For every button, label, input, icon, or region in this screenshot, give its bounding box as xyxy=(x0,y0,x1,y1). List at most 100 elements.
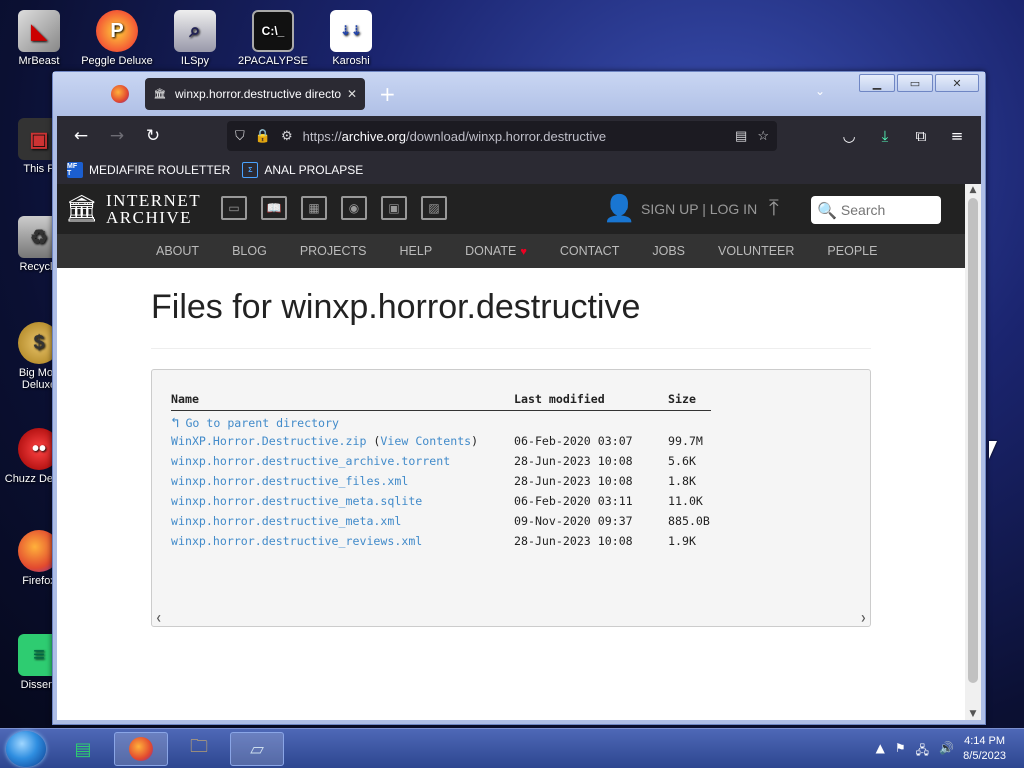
software-icon[interactable]: ▣ xyxy=(381,196,407,220)
desktop-icon-mrbeast[interactable]: ◣ MrBeast xyxy=(2,10,76,67)
nav-contact[interactable]: CONTACT xyxy=(560,244,620,258)
network-icon[interactable]: 🖧 xyxy=(916,741,929,762)
scrollbar-thumb[interactable] xyxy=(968,198,978,683)
video-icon[interactable]: ▦ xyxy=(301,196,327,220)
ia-search-box[interactable]: 🔍 xyxy=(811,196,941,224)
nav-jobs[interactable]: JOBS xyxy=(652,244,685,258)
mediafire-icon: MF T xyxy=(67,162,83,178)
ia-logo[interactable]: 🏛 INTERNET ARCHIVE xyxy=(65,192,201,226)
desktop-icon-ilspy[interactable]: ⌕ ILSpy xyxy=(158,10,232,67)
browser-window: ▁ ▭ ✕ 🏛 winxp.horror.destructive directo… xyxy=(52,71,986,725)
file-modified: 06-Feb-2020 03:07 xyxy=(514,433,633,448)
file-link[interactable]: winxp.horror.destructive_archive.torrent xyxy=(171,454,450,468)
file-table: Name Last modified Size ↰ Go to parent di… xyxy=(171,388,711,551)
tab-active[interactable]: 🏛 winxp.horror.destructive directory ✕ xyxy=(145,78,365,110)
flag-icon[interactable]: ⚑ xyxy=(895,741,906,762)
nav-help[interactable]: HELP xyxy=(400,244,433,258)
column-header-size[interactable]: Size xyxy=(668,388,711,411)
scroll-left-icon[interactable]: ❮ xyxy=(156,614,161,624)
bookmark-mediafire-rouletter[interactable]: MF T MEDIAFIRE ROULETTER xyxy=(67,162,230,178)
desktop-icon-2pacalypse[interactable]: C:\_ 2PACALYPSE xyxy=(236,10,310,67)
reader-view-icon[interactable]: ▤ xyxy=(735,128,747,144)
column-header-name[interactable]: Name xyxy=(171,388,514,411)
lock-icon[interactable]: 🔒 xyxy=(255,128,271,144)
desktop-icon-label: ILSpy xyxy=(180,55,210,67)
karoshi-icon: ⇣⇣ xyxy=(330,10,372,52)
desktop-icon-peggle[interactable]: P Peggle Deluxe xyxy=(80,10,154,67)
close-tab-icon[interactable]: ✕ xyxy=(347,87,357,101)
volume-icon[interactable]: 🔊 xyxy=(939,741,954,762)
taskbar-firefox[interactable] xyxy=(114,732,168,766)
heart-icon: ♥ xyxy=(520,246,527,258)
window-controls: ▁ ▭ ✕ xyxy=(859,74,979,92)
upload-icon[interactable]: ⤒ xyxy=(769,196,779,221)
vertical-scrollbar[interactable]: ▲ ▼ xyxy=(965,184,981,720)
clock[interactable]: 4:14 PM 8/5/2023 xyxy=(963,734,1006,764)
file-link[interactable]: winxp.horror.destructive_meta.xml xyxy=(171,514,401,528)
taskbar-dissent[interactable]: ▤ xyxy=(56,732,110,766)
back-button[interactable]: ← xyxy=(63,120,99,152)
file-link[interactable]: winxp.horror.destructive_meta.sqlite xyxy=(171,494,422,508)
extensions-icon[interactable]: ⧉ xyxy=(903,121,939,151)
taskbar-app-window[interactable]: ▱ xyxy=(230,732,284,766)
file-size: 5.6K xyxy=(668,453,696,468)
nav-blog[interactable]: BLOG xyxy=(232,244,267,258)
minimize-button[interactable]: ▁ xyxy=(859,74,895,92)
forward-button[interactable]: → xyxy=(99,120,135,152)
table-row: winxp.horror.destructive_meta.sqlite 06-… xyxy=(171,491,711,511)
web-icon[interactable]: ▭ xyxy=(221,196,247,220)
menu-icon[interactable]: ≡ xyxy=(939,121,975,151)
audio-icon[interactable]: ◉ xyxy=(341,196,367,220)
desktop-icon-karoshi[interactable]: ⇣⇣ Karoshi xyxy=(314,10,388,67)
nav-about[interactable]: ABOUT xyxy=(156,244,199,258)
search-input[interactable] xyxy=(840,202,937,218)
ia-logo-text: INTERNET ARCHIVE xyxy=(106,191,202,227)
page-title: Files for winxp.horror.destructive xyxy=(151,288,641,326)
permissions-icon[interactable]: ⚙ xyxy=(281,128,293,144)
bookmark-star-icon[interactable]: ☆ xyxy=(757,128,769,144)
parent-directory-link[interactable]: Go to parent directory xyxy=(185,416,339,430)
nav-donate[interactable]: DONATE ♥ xyxy=(465,244,527,258)
nav-people[interactable]: PEOPLE xyxy=(827,244,877,258)
horizontal-scrollbar[interactable]: ❮ ❯ xyxy=(152,612,870,626)
start-button[interactable] xyxy=(6,731,46,767)
file-link[interactable]: WinXP.Horror.Destructive.zip xyxy=(171,434,366,448)
scroll-down-icon[interactable]: ▼ xyxy=(965,709,981,719)
close-window-button[interactable]: ✕ xyxy=(935,74,979,92)
column-header-modified[interactable]: Last modified xyxy=(514,388,668,411)
url-bar[interactable]: ⛉ 🔒 ⚙ https://archive.org/download/winxp… xyxy=(227,121,777,151)
chevron-down-icon[interactable]: ⌄ xyxy=(815,84,825,98)
file-size: 1.8K xyxy=(668,473,696,488)
url-text[interactable]: https://archive.org/download/winxp.horro… xyxy=(303,129,735,144)
scroll-up-icon[interactable]: ▲ xyxy=(965,185,981,195)
view-contents-link[interactable]: View Contents xyxy=(380,434,471,448)
nav-projects[interactable]: PROJECTS xyxy=(300,244,367,258)
maximize-button[interactable]: ▭ xyxy=(897,74,933,92)
firefox-icon xyxy=(129,737,153,761)
nav-volunteer[interactable]: VOLUNTEER xyxy=(718,244,794,258)
file-link[interactable]: winxp.horror.destructive_reviews.xml xyxy=(171,534,422,548)
file-link[interactable]: winxp.horror.destructive_files.xml xyxy=(171,474,408,488)
shield-icon[interactable]: ⛉ xyxy=(235,128,245,144)
user-avatar-icon[interactable]: 👤 xyxy=(603,194,635,224)
navigation-toolbar: ← → ↻ ⛉ 🔒 ⚙ https://archive.org/download… xyxy=(57,116,981,156)
firefox-view-icon[interactable] xyxy=(111,85,129,103)
scroll-right-icon[interactable]: ❯ xyxy=(861,614,866,624)
tab-strip: ▁ ▭ ✕ 🏛 winxp.horror.destructive directo… xyxy=(53,72,985,116)
clock-date: 8/5/2023 xyxy=(963,750,1006,762)
table-row: winxp.horror.destructive_files.xml 28-Ju… xyxy=(171,471,711,491)
images-icon[interactable]: ▨ xyxy=(421,196,447,220)
table-header-row: Name Last modified Size xyxy=(171,388,711,411)
texts-icon[interactable]: 📖 xyxy=(261,196,287,220)
download-icon[interactable]: ⤓ xyxy=(867,121,903,151)
taskbar-file-explorer[interactable]: 🗀 xyxy=(172,732,226,766)
signup-login-link[interactable]: SIGN UP | LOG IN xyxy=(641,201,757,217)
new-tab-button[interactable]: + xyxy=(379,82,396,106)
archive-favicon-icon: 🏛 xyxy=(153,88,167,100)
table-row: ↰ Go to parent directory xyxy=(171,410,711,431)
reload-button[interactable]: ↻ xyxy=(135,120,171,152)
bookmark-anal-prolapse[interactable]: Σ ANAL PROLAPSE xyxy=(242,162,363,178)
file-modified: 28-Jun-2023 10:08 xyxy=(514,473,633,488)
show-hidden-icons-icon[interactable]: ▲ xyxy=(876,741,885,762)
pocket-icon[interactable]: ◡ xyxy=(831,121,867,151)
